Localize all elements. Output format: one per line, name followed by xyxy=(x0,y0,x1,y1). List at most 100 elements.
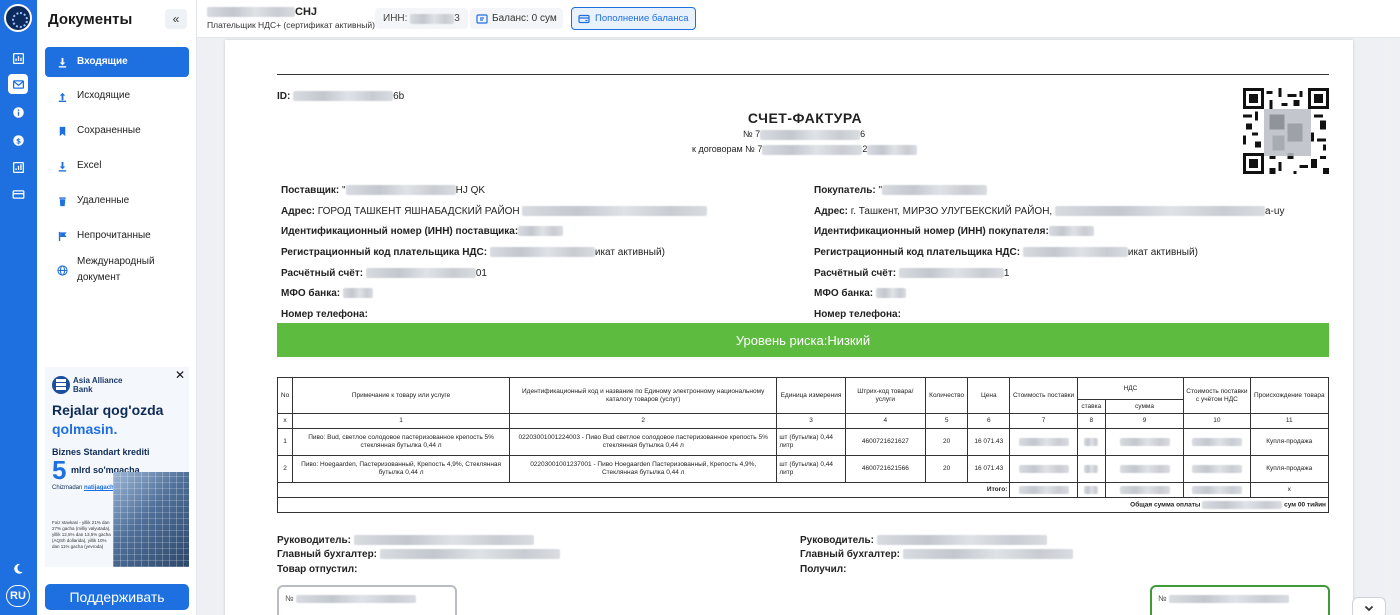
index-cell: 11 xyxy=(1249,413,1330,429)
close-icon[interactable]: ✕ xyxy=(174,369,186,381)
sidebar-item-label: Сохраненные xyxy=(77,125,141,136)
ad-big-number: 5 xyxy=(52,455,67,485)
col-header-unit: Единица измерения xyxy=(776,377,846,414)
card-icon[interactable] xyxy=(8,184,28,204)
sidebar-item-outgoing[interactable]: Исходящие xyxy=(45,81,189,111)
contract-number: к договорам № 72 xyxy=(692,144,918,155)
col-header-code: Идентификационный код и название по Един… xyxy=(509,377,778,414)
cell-vat-rate xyxy=(1076,455,1106,483)
cell-origin: Купля-продажа xyxy=(1249,428,1330,456)
upload-icon xyxy=(55,89,69,103)
ad-building-image xyxy=(113,472,189,567)
buyer-account: Расчётный счёт: 1 xyxy=(814,268,1009,279)
sig-label: Получил: xyxy=(800,564,847,575)
cell-no: 2 xyxy=(276,455,294,483)
company-name: CHJ xyxy=(207,6,317,18)
ad-banner[interactable]: ✕ Asia Alliance Bank Rejalar qog'ozda qo… xyxy=(45,367,189,567)
doc-id-suffix: 6b xyxy=(393,91,405,102)
card-plus-icon xyxy=(578,14,590,23)
col-header-vat-rate: ставка xyxy=(1076,399,1106,414)
redacted-text xyxy=(867,144,918,155)
redacted-text xyxy=(293,91,394,102)
cell-unit: шт (бутылка) 0,44 литр xyxy=(776,455,846,483)
mail-icon[interactable] xyxy=(8,74,28,94)
supplier-signature-stamp: № xyxy=(277,585,457,615)
table-row: 2 Пиво: Hoegaarden, Пастеризованный, Кре… xyxy=(276,455,1330,483)
redacted-text xyxy=(410,13,455,24)
buyer-account-suffix: 1 xyxy=(1003,268,1010,279)
stamp-number-label: № xyxy=(285,594,294,603)
buyer-account-label: Расчётный счёт: xyxy=(814,268,897,279)
redacted-text xyxy=(882,185,988,196)
cell-price: 16 071.43 xyxy=(967,428,1011,456)
sidebar-item-unread[interactable]: Непрочитанные xyxy=(45,221,189,251)
total-cost xyxy=(1009,482,1078,498)
col-header-barcode: Штрих-код товара/услуги xyxy=(844,377,927,414)
doc-number-prefix: № 7 xyxy=(743,129,761,139)
redacted-text xyxy=(1084,437,1099,446)
invoice-items-table: No Примечание к товару или услуге Иденти… xyxy=(276,377,1330,513)
grand-total-label: Общая сумма оплаты xyxy=(1130,501,1201,509)
supplier-mfo: МФО банка: xyxy=(281,288,373,299)
scrollbar[interactable] xyxy=(1385,40,1393,610)
supplier-phone: Номер телефона: xyxy=(281,309,368,320)
download-icon xyxy=(55,55,69,69)
sidebar-item-incoming[interactable]: Входящие xyxy=(45,47,189,77)
supplier-vat-code: Регистрационный код плательщика НДС: ика… xyxy=(281,247,665,258)
contract-prefix: к договорам № 7 xyxy=(692,144,763,154)
sidebar-item-international[interactable]: Международный документ xyxy=(45,252,189,288)
ad-sub-prefix: Chizmadan xyxy=(52,485,83,491)
app-logo-icon[interactable] xyxy=(4,4,32,32)
document-viewer[interactable]: ID: 6b СЧЕТ-ФАКТУРА № 76 к договорам № 7… xyxy=(197,38,1400,615)
bookmark-icon xyxy=(55,124,69,138)
cell-unit: шт (бутылка) 0,44 литр xyxy=(776,428,846,456)
sidebar-item-label: Excel xyxy=(77,160,102,171)
collapse-sidebar-button[interactable]: « xyxy=(165,9,187,29)
ad-bank-name: Asia Alliance Bank xyxy=(73,376,123,394)
supplier-name-suffix: HJ QK xyxy=(455,185,486,196)
stamp-number: № xyxy=(285,594,416,603)
moon-icon[interactable] xyxy=(8,558,28,578)
topup-balance-button[interactable]: Пополнение баланса xyxy=(571,7,696,30)
globe-icon xyxy=(55,263,69,277)
trash-icon xyxy=(55,194,69,208)
chevron-down-icon xyxy=(1364,605,1374,612)
sidebar-item-deleted[interactable]: Удаленные xyxy=(45,186,189,216)
sidebar-item-saved[interactable]: Сохраненные xyxy=(45,116,189,146)
language-switch[interactable]: RU xyxy=(6,585,30,607)
dashboard-icon[interactable] xyxy=(8,48,28,68)
col-header-vat: НДС xyxy=(1076,377,1185,400)
info-icon[interactable] xyxy=(8,102,28,122)
buyer-mfo: МФО банка: xyxy=(814,288,906,299)
col-header-no: No xyxy=(276,377,294,414)
col-header-qty: Количество xyxy=(925,377,969,414)
sidebar-item-excel[interactable]: Excel xyxy=(45,151,189,181)
sig-label: Руководитель: xyxy=(800,535,874,546)
supplier-mfo-label: МФО банка: xyxy=(281,288,341,299)
sidebar: Документы « Входящие Исходящие Сохраненн… xyxy=(37,0,197,615)
support-button[interactable]: Поддерживать xyxy=(45,584,189,610)
total-sum xyxy=(1183,482,1251,498)
redacted-text xyxy=(762,144,863,155)
buyer-address: Адрес: г. Ташкент, МИРЗО УЛУГБЕКСКИЙ РАЙ… xyxy=(814,206,1284,217)
cell-code: 02203001001237001 - Пиво Hoegaarden Паст… xyxy=(509,455,778,483)
redacted-text xyxy=(760,129,861,140)
supplier-address-label: Адрес: xyxy=(281,206,315,217)
supplier-vat-label: Регистрационный код плательщика НДС: xyxy=(281,247,488,258)
scroll-down-button[interactable] xyxy=(1352,597,1386,615)
currency-icon[interactable]: $ xyxy=(8,130,28,150)
ad-fine-print: Foiz stavkasi - yillik 21% dan 27% gacha… xyxy=(52,520,111,549)
cell-note: Пиво: Bud, светлое солодовое пастеризова… xyxy=(292,428,511,456)
svg-text:$: $ xyxy=(15,136,20,145)
supplier-account-label: Расчётный счёт: xyxy=(281,268,364,279)
doc-id: ID: 6b xyxy=(277,91,404,102)
col-header-vat-sum: сумма xyxy=(1104,399,1185,414)
sig-label: Главный бухгалтер: xyxy=(277,549,378,560)
cell-no: 1 xyxy=(276,428,294,456)
right-head: Руководитель: xyxy=(800,535,1047,546)
buyer-inn: Идентификационный номер (ИНН) покупателя… xyxy=(814,226,1094,237)
report-icon[interactable] xyxy=(8,157,28,177)
redacted-text xyxy=(295,594,416,603)
buyer-address-value: г. Ташкент, МИРЗО УЛУГБЕКСКИЙ РАЙОН, xyxy=(850,206,1053,217)
col-header-price: Цена xyxy=(967,377,1011,414)
